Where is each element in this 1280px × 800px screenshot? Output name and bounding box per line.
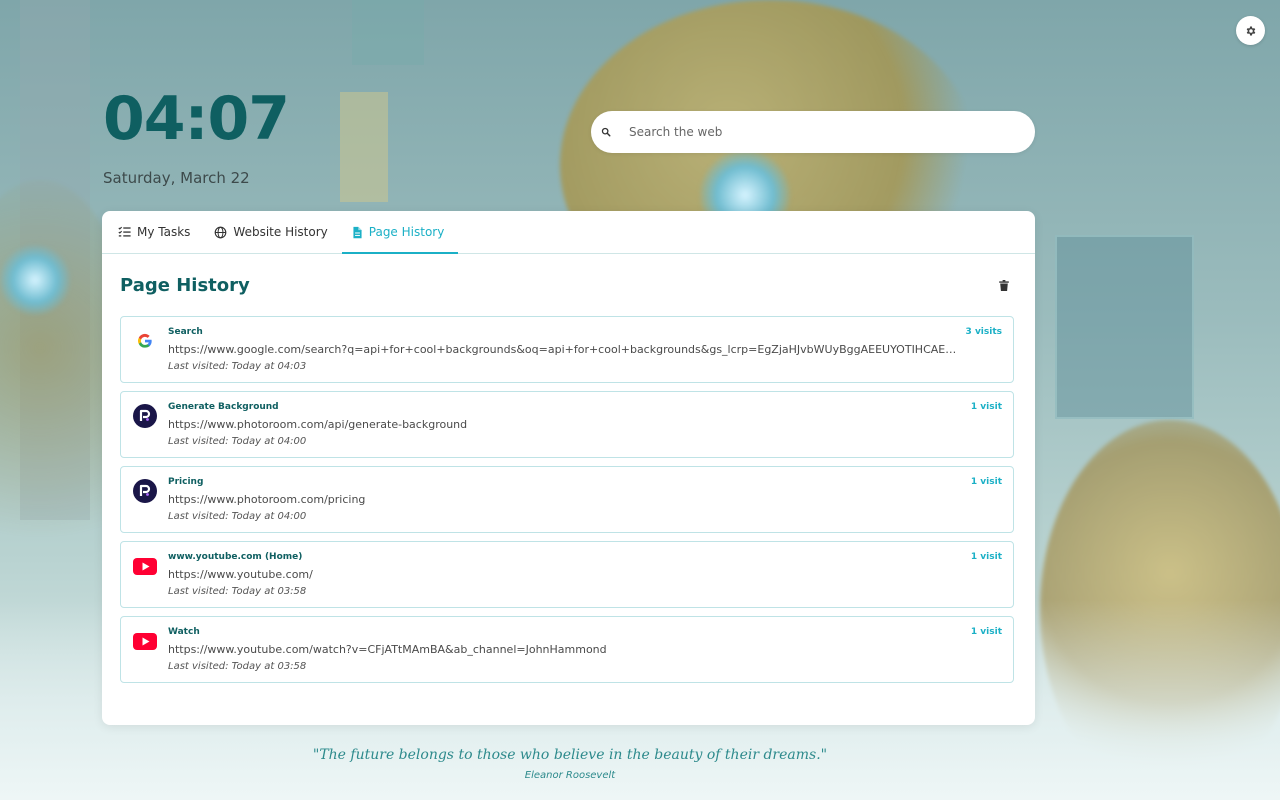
tab-label: Website History: [233, 225, 328, 239]
history-item-last-visited: Last visited: Today at 03:58: [168, 661, 307, 672]
tab-page-history[interactable]: Page History: [341, 211, 459, 254]
history-item-last-visited: Last visited: Today at 03:58: [168, 586, 307, 597]
checklist-icon: [118, 226, 131, 237]
photoroom-icon: [133, 404, 157, 428]
tab-bar: My Tasks Website History Page History: [102, 211, 1035, 254]
google-icon: [133, 329, 157, 353]
search-icon: [601, 125, 615, 139]
section-title: Page History: [120, 274, 250, 296]
history-item-url[interactable]: https://www.youtube.com/: [168, 568, 958, 581]
trash-icon: [999, 279, 1009, 291]
quote-author: Eleanor Roosevelt: [524, 770, 616, 781]
tab-website-history[interactable]: Website History: [204, 211, 341, 253]
history-item-visits: 3 visits: [965, 327, 1002, 337]
history-item[interactable]: www.youtube.com (Home) https://www.youtu…: [120, 541, 1014, 608]
history-item-last-visited: Last visited: Today at 04:03: [168, 361, 307, 372]
youtube-icon: [133, 554, 157, 578]
gear-icon: [1246, 26, 1255, 35]
history-item-url[interactable]: https://www.youtube.com/watch?v=CFjATtMA…: [168, 643, 958, 656]
history-item-title: Generate Background: [168, 402, 279, 412]
history-item-title: Search: [168, 327, 203, 337]
history-item[interactable]: Generate Background https://www.photoroo…: [120, 391, 1014, 458]
photoroom-icon: [133, 479, 157, 503]
history-item[interactable]: Watch https://www.youtube.com/watch?v=CF…: [120, 616, 1014, 683]
history-item-title: Pricing: [168, 477, 204, 487]
tab-label: My Tasks: [137, 225, 191, 239]
history-item-visits: 1 visit: [970, 627, 1002, 637]
history-item-title: www.youtube.com (Home): [168, 552, 303, 562]
tab-my-tasks[interactable]: My Tasks: [108, 211, 204, 253]
history-item-visits: 1 visit: [970, 477, 1002, 487]
clock-date: Saturday, March 22: [103, 169, 250, 187]
clock-time: 04:07: [103, 84, 290, 154]
history-item-visits: 1 visit: [970, 402, 1002, 412]
history-item-last-visited: Last visited: Today at 04:00: [168, 436, 307, 447]
history-item-visits: 1 visit: [970, 552, 1002, 562]
tab-label: Page History: [368, 225, 445, 239]
search-bar[interactable]: [591, 111, 1035, 153]
history-item-url[interactable]: https://www.google.com/search?q=api+for+…: [168, 343, 958, 356]
youtube-icon: [133, 629, 157, 653]
history-item[interactable]: Pricing https://www.photoroom.com/pricin…: [120, 466, 1014, 533]
quote-text: "The future belongs to those who believe…: [312, 747, 828, 763]
search-input[interactable]: [627, 124, 1011, 140]
history-list: Search https://www.google.com/search?q=a…: [120, 316, 1014, 683]
clear-history-button[interactable]: [996, 277, 1012, 293]
history-item-url[interactable]: https://www.photoroom.com/pricing: [168, 493, 958, 506]
history-card: My Tasks Website History Page History Pa…: [102, 211, 1035, 725]
document-icon: [353, 226, 362, 238]
settings-button[interactable]: [1236, 16, 1265, 45]
history-item[interactable]: Search https://www.google.com/search?q=a…: [120, 316, 1014, 383]
history-item-last-visited: Last visited: Today at 04:00: [168, 511, 307, 522]
history-item-url[interactable]: https://www.photoroom.com/api/generate-b…: [168, 418, 958, 431]
globe-icon: [215, 226, 227, 238]
history-item-title: Watch: [168, 627, 200, 637]
